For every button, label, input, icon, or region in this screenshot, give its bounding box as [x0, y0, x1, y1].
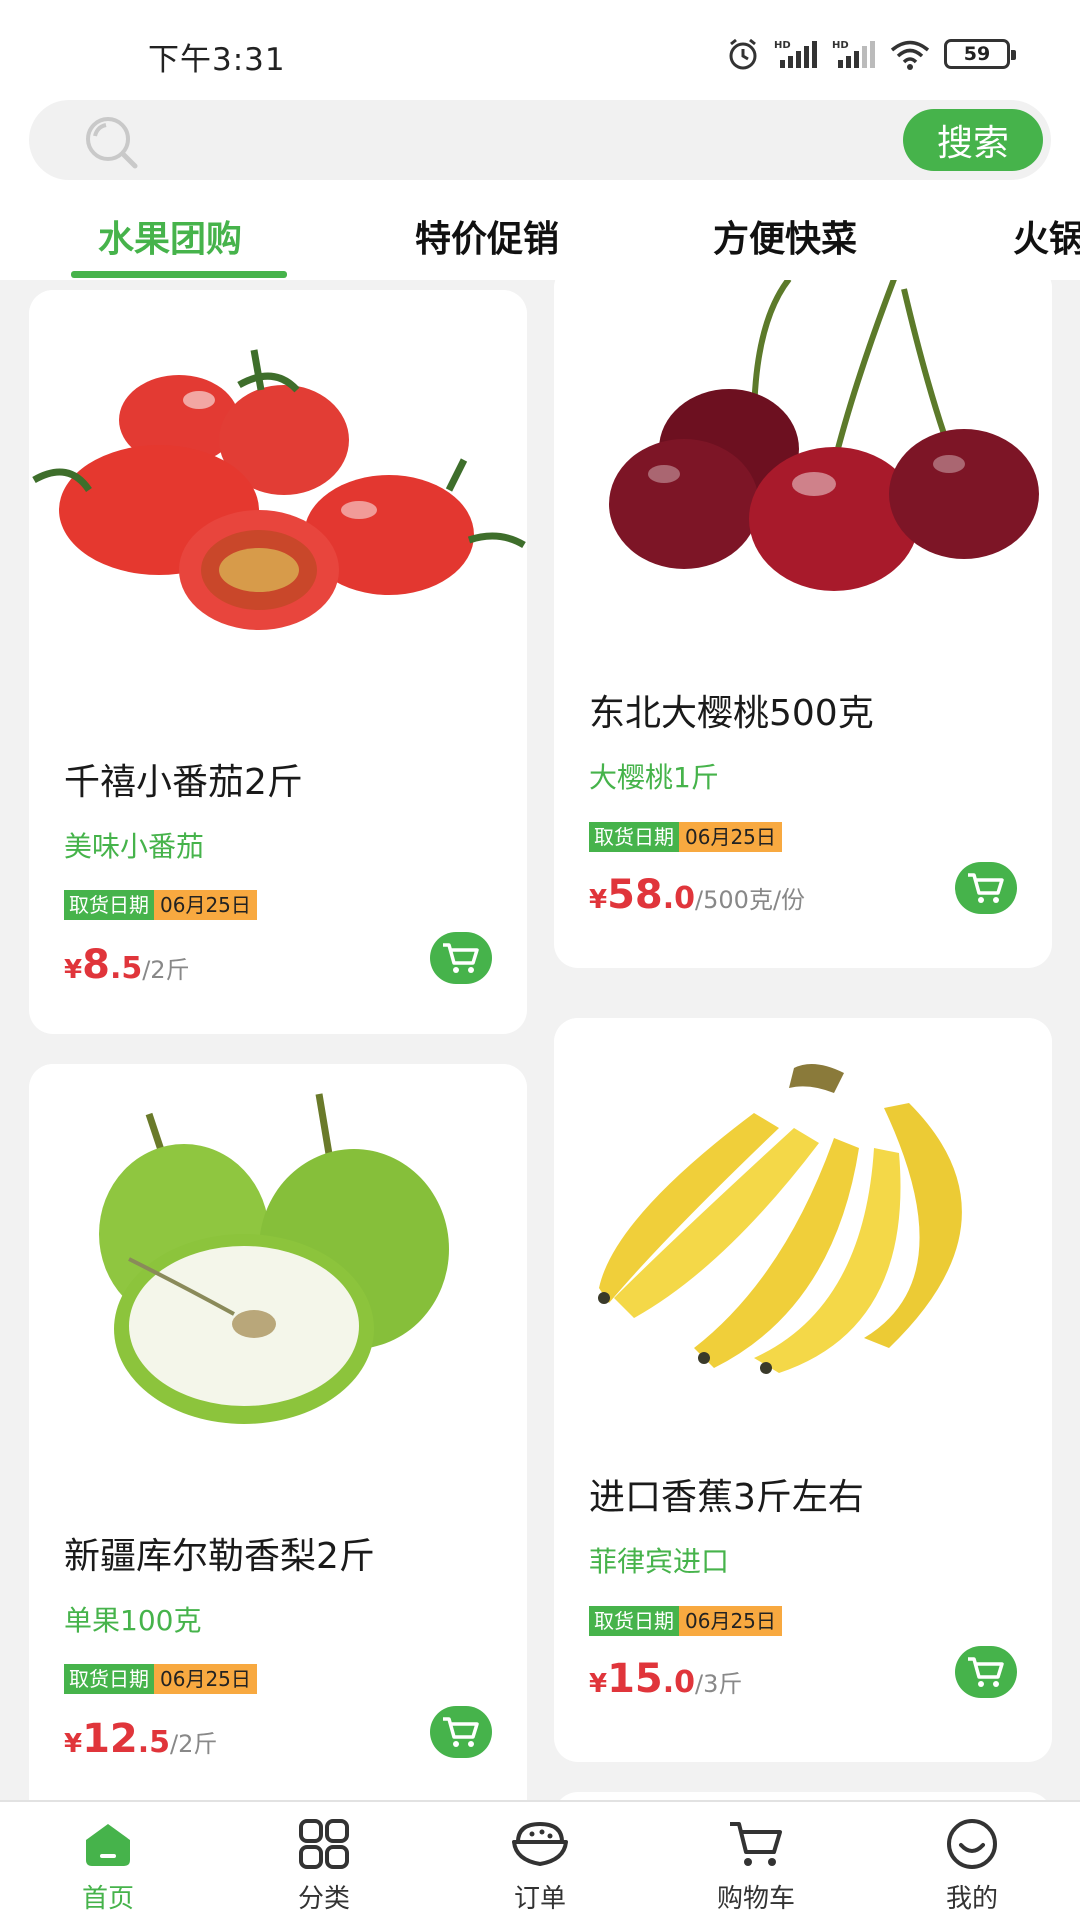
home-icon: [86, 1824, 130, 1866]
svg-text:HD: HD: [774, 40, 791, 51]
signal-hd-2-icon: HD: [832, 40, 875, 68]
cart-icon: [443, 1717, 479, 1747]
cart-icon: [968, 1657, 1004, 1687]
product-card[interactable]: 东北大樱桃500克 大樱桃1斤 取货日期 06月25日 ¥58.0/500克/份: [554, 280, 1052, 968]
signal-hd-icon: HD: [774, 40, 817, 68]
product-name: 新疆库尔勒香梨2斤: [64, 1536, 375, 1577]
bottom-navigation: 首页 分类 订单 购物车 我的: [0, 1800, 1080, 1920]
pickup-date-badge: 取货日期 06月25日: [64, 890, 257, 920]
price-currency: ¥: [64, 955, 83, 985]
pickup-label: 取货日期: [589, 1606, 679, 1636]
pickup-date: 06月25日: [679, 1606, 782, 1636]
bowl-icon: [512, 1821, 568, 1866]
pickup-label: 取货日期: [64, 1664, 154, 1694]
add-to-cart-button[interactable]: [430, 1706, 492, 1758]
nav-profile[interactable]: 我的: [864, 1802, 1080, 1920]
search-button[interactable]: 搜索: [903, 109, 1043, 171]
tab-hotpot[interactable]: 火锅: [1013, 210, 1080, 262]
product-price: ¥8.5/2斤: [64, 942, 190, 988]
product-card[interactable]: [554, 1792, 1052, 1800]
price-integer: 15: [607, 1656, 663, 1702]
battery-indicator: 59: [944, 39, 1016, 69]
price-currency: ¥: [64, 1729, 83, 1759]
pickup-label: 取货日期: [64, 890, 154, 920]
nav-orders[interactable]: 订单: [432, 1802, 648, 1920]
nav-cart[interactable]: 购物车: [648, 1802, 864, 1920]
pickup-date-badge: 取货日期 06月25日: [589, 822, 782, 852]
cart-icon: [443, 943, 479, 973]
add-to-cart-button[interactable]: [955, 1646, 1017, 1698]
nav-label: 购物车: [716, 1884, 795, 1914]
nav-label: 分类: [297, 1884, 350, 1914]
price-decimal: .0: [662, 881, 696, 916]
price-decimal: .5: [137, 1725, 171, 1760]
price-decimal: .0: [662, 1665, 696, 1700]
product-grid: 千禧小番茄2斤 美味小番茄 取货日期 06月25日 ¥8.5/2斤 东北大樱桃5…: [0, 280, 1080, 1800]
product-price: ¥15.0/3斤: [589, 1656, 742, 1702]
product-subtitle: 美味小番茄: [64, 830, 205, 863]
product-name: 千禧小番茄2斤: [64, 762, 303, 803]
status-icons: HD HD 59: [726, 36, 1016, 72]
cart-icon: [968, 873, 1004, 903]
price-decimal: .5: [109, 951, 143, 986]
tab-quick-dishes[interactable]: 方便快菜: [713, 210, 857, 262]
active-tab-indicator: [71, 271, 287, 278]
app-screen: 下午3:31 HD HD 59 搜索 水果团购 特价促销 方便快菜 火锅 千禧小…: [0, 0, 1080, 1920]
svg-text:HD: HD: [832, 40, 849, 51]
price-unit: /3斤: [695, 1670, 743, 1698]
tab-fruit-group-buy[interactable]: 水果团购: [98, 210, 242, 262]
add-to-cart-button[interactable]: [430, 932, 492, 984]
product-card[interactable]: 千禧小番茄2斤 美味小番茄 取货日期 06月25日 ¥8.5/2斤: [29, 290, 527, 1034]
price-currency: ¥: [589, 1669, 608, 1699]
pickup-date: 06月25日: [154, 1664, 257, 1694]
search-input[interactable]: [149, 116, 899, 164]
alarm-icon: [729, 38, 757, 70]
product-card[interactable]: 进口香蕉3斤左右 菲律宾进口 取货日期 06月25日 ¥15.0/3斤: [554, 1018, 1052, 1762]
price-unit: /2斤: [142, 956, 190, 984]
product-price: ¥12.5/2斤: [64, 1716, 217, 1762]
product-card[interactable]: 新疆库尔勒香梨2斤 单果100克 取货日期 06月25日 ¥12.5/2斤: [29, 1064, 527, 1800]
product-name: 进口香蕉3斤左右: [589, 1477, 864, 1518]
product-image-cherry-tomatoes: [29, 290, 527, 690]
nav-label: 订单: [513, 1884, 566, 1914]
search-bar: 搜索: [29, 100, 1051, 180]
wifi-icon: [890, 40, 930, 70]
search-icon: [86, 117, 138, 169]
price-integer: 12: [82, 1716, 138, 1762]
pickup-date: 06月25日: [154, 890, 257, 920]
product-image-pears: [29, 1064, 527, 1464]
nav-label: 我的: [945, 1884, 998, 1914]
tab-special-offers[interactable]: 特价促销: [415, 210, 559, 262]
product-subtitle: 单果100克: [64, 1604, 202, 1637]
nav-label: 首页: [81, 1884, 134, 1914]
product-name: 东北大樱桃500克: [589, 693, 874, 734]
price-currency: ¥: [589, 885, 608, 915]
category-tabs: 水果团购 特价促销 方便快菜 火锅: [0, 180, 1080, 280]
pickup-date-badge: 取货日期 06月25日: [64, 1664, 257, 1694]
pickup-label: 取货日期: [589, 822, 679, 852]
status-bar: 下午3:31 HD HD 59: [0, 0, 1080, 100]
status-time: 下午3:31: [148, 42, 286, 78]
pickup-date: 06月25日: [679, 822, 782, 852]
product-image-bananas: [554, 1018, 1052, 1418]
product-image-cherries: [554, 280, 1052, 664]
search-area: 搜索: [0, 100, 1080, 180]
pickup-date-badge: 取货日期 06月25日: [589, 1606, 782, 1636]
price-unit: /2斤: [170, 1730, 218, 1758]
price-integer: 8: [82, 942, 110, 988]
product-price: ¥58.0/500克/份: [589, 872, 805, 918]
product-subtitle: 菲律宾进口: [589, 1545, 730, 1578]
nav-category[interactable]: 分类: [216, 1802, 432, 1920]
grid-icon: [299, 1819, 349, 1869]
product-subtitle: 大樱桃1斤: [589, 761, 719, 794]
price-integer: 58: [607, 872, 663, 918]
nav-home[interactable]: 首页: [0, 1802, 216, 1920]
cart-icon: [730, 1822, 782, 1866]
smile-icon: [947, 1819, 997, 1869]
price-unit: /500克/份: [695, 886, 806, 914]
add-to-cart-button[interactable]: [955, 862, 1017, 914]
